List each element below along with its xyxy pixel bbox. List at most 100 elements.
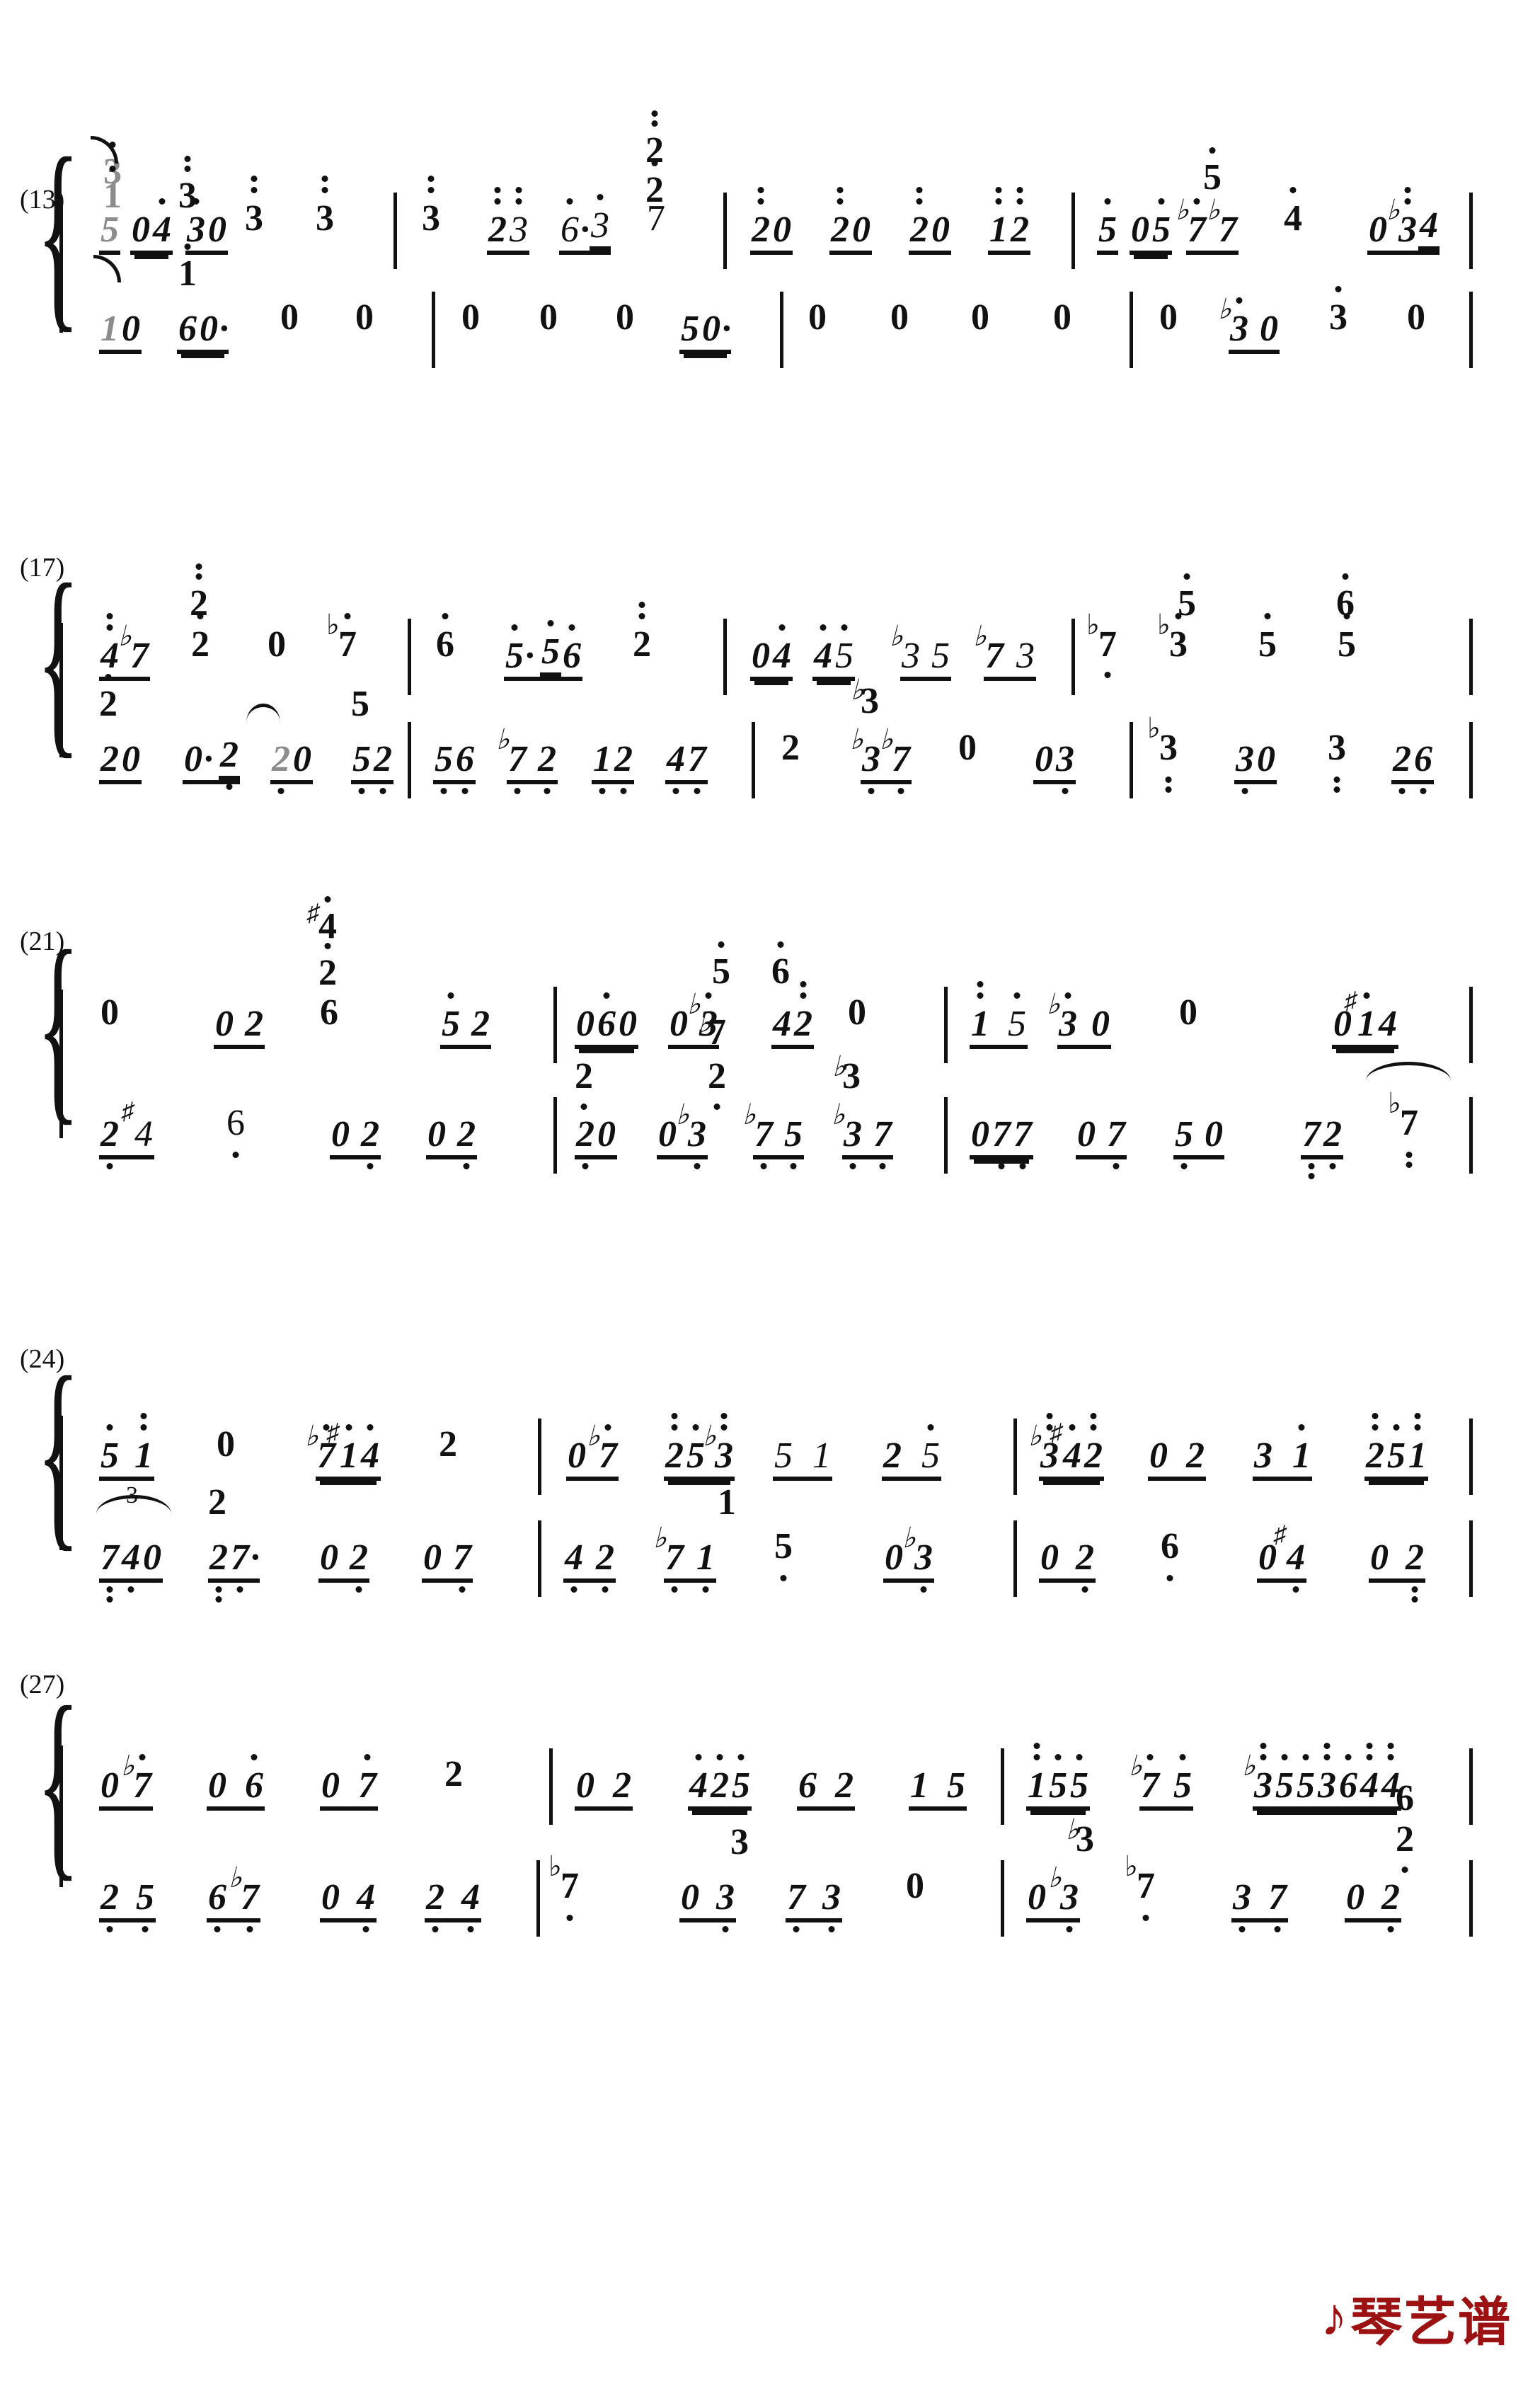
note: 2	[664, 1413, 685, 1477]
note-group: 1 5	[970, 981, 1028, 1049]
note: 7	[1267, 1877, 1288, 1932]
note-group: ♭ 7 3	[973, 622, 1036, 681]
note: 7	[1012, 1114, 1033, 1169]
note-group: ♭ 7 5	[1129, 1752, 1193, 1811]
note-group: 0 · 2	[183, 728, 240, 790]
note-group: 2 0	[909, 187, 951, 255]
note: 3	[243, 176, 265, 239]
note: ♭ 3	[850, 726, 882, 794]
note: 1	[695, 1537, 716, 1593]
end-barline	[1469, 1097, 1473, 1174]
note: 5	[783, 1114, 804, 1169]
note: 2	[100, 739, 119, 779]
note-group: 2 7 ·	[208, 1526, 260, 1603]
note: 0	[320, 1537, 338, 1578]
note-group: 0 2	[330, 1103, 381, 1169]
note: 4	[773, 1004, 791, 1044]
barline	[536, 1860, 540, 1937]
note: 6	[207, 1877, 228, 1932]
note: 4	[563, 1537, 585, 1593]
barline	[944, 987, 948, 1063]
note-group: 5	[99, 198, 120, 255]
note-group: 5 0 ·	[679, 297, 731, 354]
barline	[780, 292, 783, 368]
chord-tone: 6	[771, 941, 790, 992]
note: 2	[594, 1537, 616, 1593]
note: ♯ 1	[327, 1420, 358, 1477]
note: 2	[190, 613, 211, 665]
barline	[1130, 292, 1133, 368]
note: ♭ 3	[902, 1524, 934, 1593]
note: 2	[425, 1877, 446, 1932]
barline	[1130, 722, 1133, 798]
note: 0	[1205, 1114, 1223, 1154]
note-group: 0 2	[1148, 1424, 1206, 1481]
note: 0	[1179, 992, 1197, 1033]
note: 0	[215, 1004, 234, 1044]
note: 7	[99, 1537, 120, 1603]
note: 4	[1379, 1004, 1397, 1044]
note-group: ♭ 7 ♭ 7	[1176, 196, 1239, 255]
note: 2	[1364, 1413, 1386, 1477]
note: 0	[568, 1435, 586, 1476]
note: 2	[444, 1754, 463, 1794]
note: 5	[1336, 613, 1357, 665]
note: 0	[293, 739, 311, 779]
note: 4	[771, 624, 793, 677]
note: ♭ 3	[1157, 609, 1188, 665]
note: ♭ 7	[587, 1420, 617, 1477]
barline	[1013, 1419, 1017, 1495]
note: 2	[909, 187, 930, 251]
barline	[538, 1419, 541, 1495]
note: 0	[1131, 210, 1149, 250]
note: 2	[1322, 1114, 1343, 1169]
note: 5	[681, 309, 699, 349]
note: ♭ 3	[1242, 1743, 1274, 1806]
note: 6	[596, 992, 617, 1045]
barline	[408, 619, 411, 695]
sheet-music-page: (13) { 3 1 3 5 0 4 3 0 3 3 3 2 3 6· 3 7 …	[0, 0, 1540, 2384]
note: 0	[1077, 1114, 1096, 1154]
note-group: 0 ♭ 3	[883, 1524, 934, 1593]
site-logo[interactable]: ♪ 琴艺谱	[1321, 2280, 1512, 2356]
note-group: 5 2	[440, 992, 491, 1049]
note: 4	[688, 1754, 709, 1806]
note: 0	[132, 210, 150, 250]
note: 4	[1359, 1743, 1380, 1806]
note-group: 2 5 1	[1364, 1413, 1428, 1481]
note: 0	[752, 636, 770, 676]
note: 3	[1231, 1877, 1253, 1932]
note: 0	[1091, 1004, 1110, 1044]
note-group: ♭ 3 5	[890, 622, 951, 681]
note: 0	[931, 210, 950, 250]
note-group: 3 1	[1253, 1424, 1312, 1481]
note-group: 0 2	[1345, 1866, 1401, 1932]
note: 0	[852, 210, 870, 250]
note: 4	[99, 613, 120, 677]
note: 7	[872, 1114, 893, 1169]
note-group: ♭ 3 ♯ 4 2	[1028, 1413, 1104, 1481]
note-group: 1 2	[988, 187, 1030, 255]
note: 7	[229, 1537, 251, 1593]
chord-tone: 2	[190, 563, 208, 624]
barline	[1071, 619, 1075, 695]
note: 0	[217, 1424, 235, 1465]
note: 2	[1074, 1537, 1096, 1593]
note: 3	[1316, 1743, 1338, 1806]
note-group: 2 0	[750, 187, 793, 255]
note: 3	[1328, 286, 1349, 338]
bass-row: 3 7 4 0 2 2 7 · 0 2 0 7 4 2 1 ♭ 7 1 5 0 …	[0, 1482, 1540, 1611]
note: ♭ 3	[703, 1413, 735, 1477]
note: 5	[1047, 1754, 1069, 1806]
note-group: 0 3	[679, 1866, 736, 1932]
note-group: 5 1	[99, 1413, 154, 1481]
note: 2	[471, 1004, 490, 1044]
note: 0	[885, 1537, 903, 1578]
chord-tone: ♯ 4	[307, 896, 337, 947]
note-group: 4 5	[812, 624, 855, 681]
note: 0	[427, 1114, 446, 1154]
note: 5	[100, 210, 119, 250]
note: 7	[686, 739, 708, 794]
note-group: 0 ♭ 3	[657, 1101, 708, 1169]
note-group: 0 2	[575, 1754, 633, 1811]
